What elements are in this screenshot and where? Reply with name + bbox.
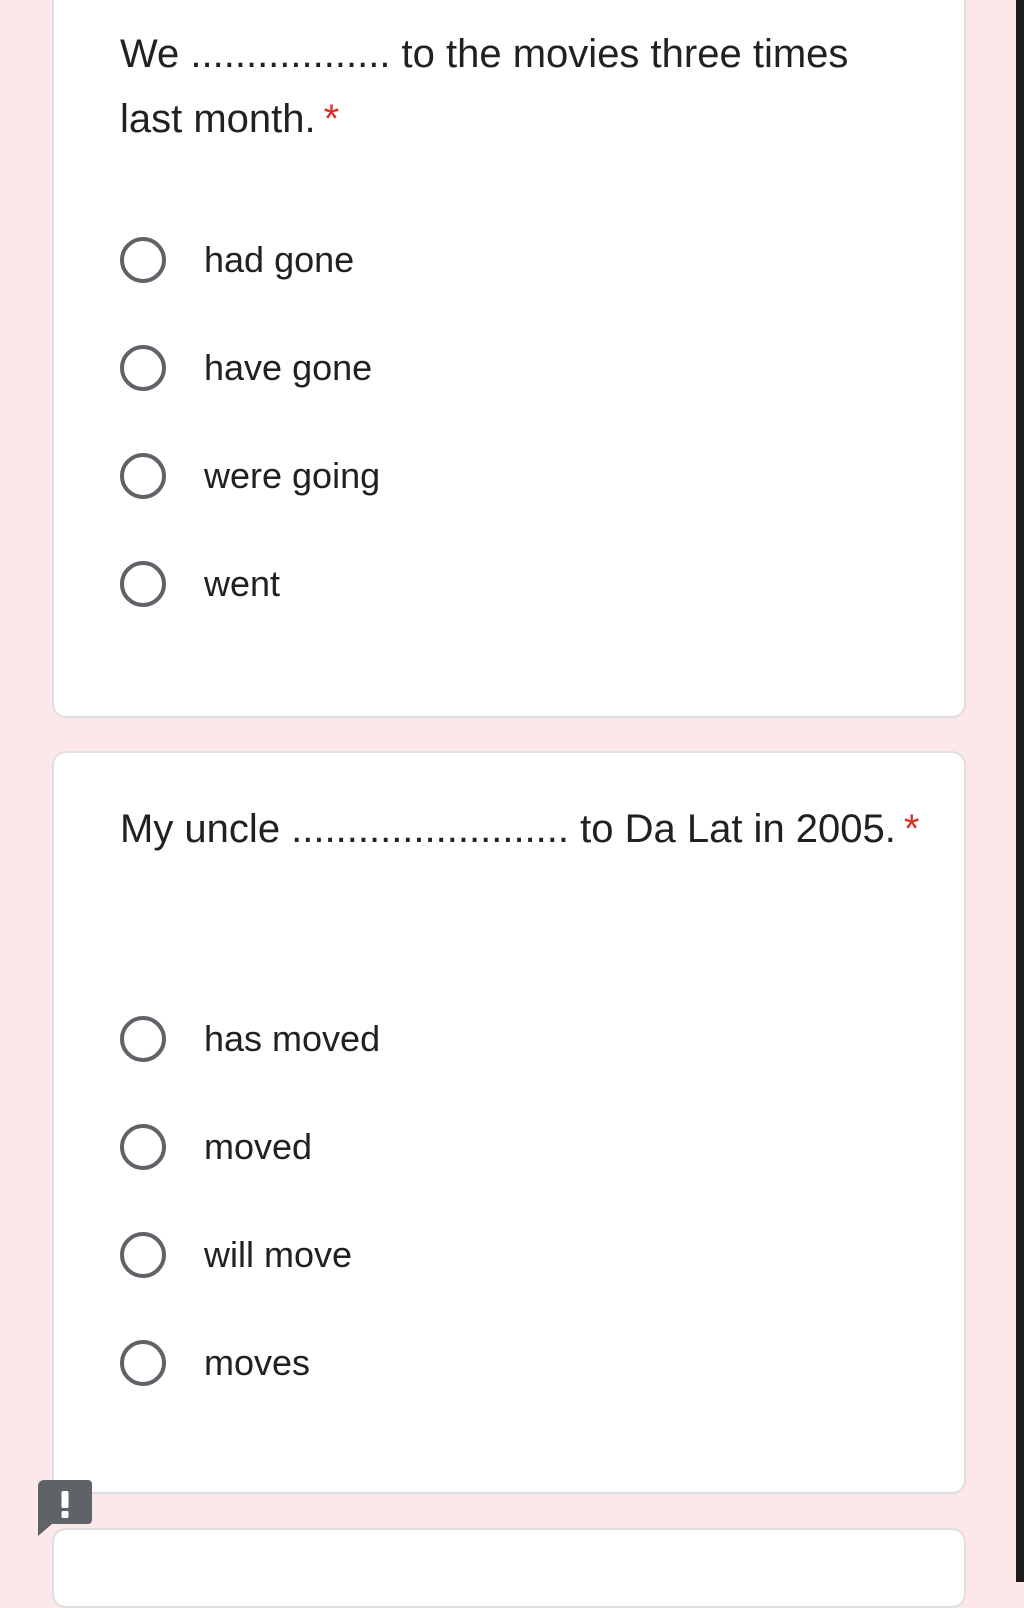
option-label: have gone (204, 347, 373, 388)
radio-button[interactable] (120, 1232, 166, 1278)
option-label: had gone (204, 239, 355, 280)
radio-button[interactable] (120, 561, 166, 607)
option-label: went (204, 563, 281, 604)
window-edge (1016, 0, 1024, 1582)
radio-option-moves[interactable]: moves (120, 1335, 310, 1391)
radio-button[interactable] (120, 237, 166, 283)
option-label: will move (204, 1234, 353, 1275)
question-title: We .................. to the movies thre… (120, 22, 920, 152)
exclamation-icon (38, 1480, 92, 1536)
radio-button[interactable] (120, 1340, 166, 1386)
question-card-next (52, 1528, 966, 1608)
required-asterisk: * (903, 807, 920, 851)
radio-option-have-gone[interactable]: have gone (120, 340, 372, 396)
report-feedback-button[interactable] (38, 1480, 92, 1536)
radio-option-went[interactable]: went (120, 556, 280, 612)
radio-button[interactable] (120, 453, 166, 499)
radio-button[interactable] (120, 1016, 166, 1062)
radio-option-will-move[interactable]: will move (120, 1227, 352, 1283)
radio-button[interactable] (120, 345, 166, 391)
radio-option-moved[interactable]: moved (120, 1119, 312, 1175)
radio-option-had-gone[interactable]: had gone (120, 232, 354, 288)
required-asterisk: * (323, 97, 340, 141)
question-text: My uncle ......................... to Da… (120, 807, 896, 851)
radio-button[interactable] (120, 1124, 166, 1170)
option-label: moved (204, 1126, 313, 1167)
question-text: We .................. to the movies thre… (120, 32, 849, 141)
question-title: My uncle ......................... to Da… (120, 797, 920, 862)
question-card: We .................. to the movies thre… (52, 0, 966, 718)
option-label: were going (204, 455, 381, 496)
option-label: has moved (204, 1018, 381, 1059)
option-label: moves (204, 1342, 311, 1383)
question-card: My uncle ......................... to Da… (52, 751, 966, 1494)
radio-option-were-going[interactable]: were going (120, 448, 380, 504)
radio-option-has-moved[interactable]: has moved (120, 1011, 380, 1067)
